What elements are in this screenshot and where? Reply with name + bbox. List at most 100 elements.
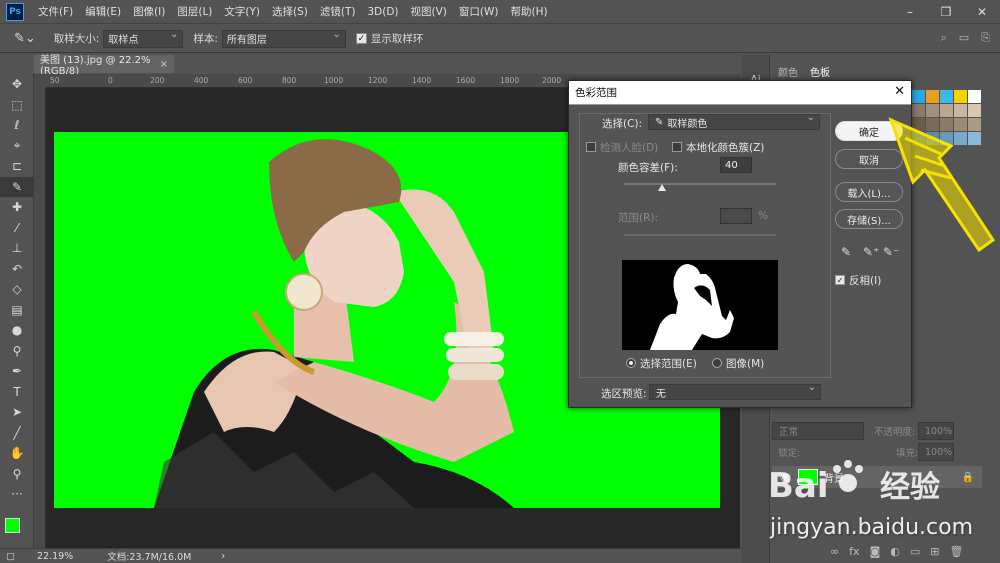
swatch[interactable] [954, 90, 967, 103]
menu-edit[interactable]: 编辑(E) [79, 4, 127, 19]
swatch[interactable] [940, 90, 953, 103]
eraser-tool-icon[interactable]: ◇ [0, 279, 34, 300]
search-icon[interactable]: ⌕ [941, 31, 947, 45]
menu-file[interactable]: 文件(F) [32, 4, 79, 19]
selection-preview-select[interactable]: 无 [649, 382, 821, 400]
close-icon[interactable]: ✕ [964, 0, 1000, 24]
ruler-corner [34, 74, 46, 88]
tab-swatches[interactable]: 色板 [804, 62, 836, 82]
range-slider-track[interactable] [624, 234, 776, 236]
menu-type[interactable]: 文字(Y) [218, 4, 266, 19]
vertical-ruler[interactable] [34, 88, 46, 548]
swatch[interactable] [912, 90, 925, 103]
opacity-field[interactable]: 100% [918, 422, 954, 440]
localized-clusters-label: 本地化颜色簇(Z) [686, 142, 765, 154]
baidu-watermark: Bai 经验 jingyan.baidu.com [740, 445, 1000, 555]
eyedropper-tool-icon[interactable]: ✎⌄ [14, 31, 36, 46]
workspace-icon[interactable]: ▭ [959, 31, 969, 45]
invert-label: 反相(I) [849, 275, 882, 287]
watermark-url: jingyan.baidu.com [770, 515, 974, 540]
invert-checkbox[interactable]: ✓ [835, 275, 845, 285]
eyedropper-plus-icon[interactable]: ✎⁺ [863, 245, 879, 259]
photoshop-logo: Ps [6, 2, 24, 21]
blur-tool-icon[interactable]: ● [0, 320, 34, 341]
select-dropdown[interactable]: ✎ 取样颜色 [648, 112, 820, 130]
ruler-tick: 200 [150, 76, 165, 85]
menu-layer[interactable]: 图层(L) [171, 4, 218, 19]
more-tools-icon[interactable]: ··· [0, 484, 34, 505]
options-right-icons: ⌕ ▭ ⎘ [941, 31, 990, 45]
hand-tool-icon[interactable]: ✋ [0, 443, 34, 464]
zoom-tool-icon[interactable]: ⚲ [0, 464, 34, 485]
image-radio-label: 图像(M) [726, 358, 765, 370]
dialog-main-group: 选择(C): ✎ 取样颜色 检测人脸(D) 本地化颜色簇(Z) 颜色容差(F):… [579, 112, 831, 378]
sample-select[interactable]: 所有图层 [221, 29, 346, 48]
selection-radio[interactable] [626, 358, 636, 368]
ruler-tick: 50 [50, 76, 60, 85]
options-bar: ✎⌄ 取样大小: 取样点 样本: 所有图层 ✓ 显示取样环 ⌕ ▭ ⎘ [0, 25, 1000, 53]
show-ring-checkbox[interactable]: ✓ [355, 33, 367, 44]
foreground-color-swatch[interactable] [5, 518, 20, 533]
menu-window[interactable]: 窗口(W) [453, 4, 505, 19]
fuzziness-field[interactable]: 40 [720, 157, 752, 173]
select-dropdown-value: 取样颜色 [667, 118, 708, 130]
menu-select[interactable]: 选择(S) [266, 4, 314, 19]
menu-filter[interactable]: 滤镜(T) [314, 4, 362, 19]
range-unit: % [758, 210, 768, 222]
healing-brush-icon[interactable]: ✚ [0, 197, 34, 218]
quick-select-tool-icon[interactable]: ⌖ [0, 136, 34, 157]
dialog-title: 色彩范围 [569, 81, 911, 105]
range-field[interactable] [720, 208, 752, 224]
eyedropper-icon[interactable]: ✎ [841, 245, 851, 259]
status-expand-icon[interactable]: › [221, 551, 225, 562]
screen-mode-icon[interactable]: ▢ [6, 551, 15, 562]
dialog-close-icon[interactable]: ✕ [894, 84, 905, 99]
color-panel-tabs: 颜色 色板 [772, 62, 836, 82]
sample-size-select[interactable]: 取样点 [103, 29, 184, 48]
document-tab[interactable]: 美图 (13).jpg @ 22.2%(RGB/8) × [34, 55, 174, 77]
mask-preview-image [650, 264, 734, 350]
gradient-tool-icon[interactable]: ▤ [0, 300, 34, 321]
ruler-tick: 800 [282, 76, 297, 85]
brush-tool-icon[interactable]: ⁄ [0, 218, 34, 239]
tab-color[interactable]: 颜色 [772, 62, 804, 82]
sample-size-label: 取样大小: [53, 33, 100, 45]
history-brush-icon[interactable]: ↶ [0, 259, 34, 280]
restore-icon[interactable]: ❐ [928, 0, 964, 24]
move-tool-icon[interactable]: ✥ [0, 74, 34, 95]
detect-faces-checkbox[interactable] [586, 142, 596, 152]
pen-tool-icon[interactable]: ✒ [0, 361, 34, 382]
ruler-tick: 0 [108, 76, 113, 85]
share-icon[interactable]: ⎘ [981, 31, 990, 45]
swatch[interactable] [926, 90, 939, 103]
crop-tool-icon[interactable]: ⊏ [0, 156, 34, 177]
eyedropper-icon[interactable]: ✎ [0, 176, 34, 197]
menu-view[interactable]: 视图(V) [405, 4, 453, 19]
fuzziness-slider-track[interactable] [624, 183, 776, 185]
fuzziness-label: 颜色容差(F): [618, 162, 678, 174]
sample-label: 样本: [193, 33, 218, 45]
menu-3d[interactable]: 3D(D) [361, 6, 404, 18]
clone-stamp-icon[interactable]: ⊥ [0, 238, 34, 259]
ruler-tick: 400 [194, 76, 209, 85]
lasso-tool-icon[interactable]: ℓ [0, 115, 34, 136]
menu-help[interactable]: 帮助(H) [505, 4, 554, 19]
swatch[interactable] [968, 90, 981, 103]
path-select-icon[interactable]: ➤ [0, 402, 34, 423]
close-document-icon[interactable]: × [160, 59, 168, 70]
line-tool-icon[interactable]: ╱ [0, 423, 34, 444]
minimize-icon[interactable]: – [892, 0, 928, 24]
fuzziness-slider-thumb[interactable] [658, 184, 666, 191]
image-radio[interactable] [712, 358, 722, 368]
localized-clusters-checkbox[interactable] [672, 142, 682, 152]
ruler-tick: 1200 [368, 76, 388, 85]
color-range-dialog: 色彩范围 ✕ 选择(C): ✎ 取样颜色 检测人脸(D) 本地化颜色簇(Z) 颜… [568, 80, 912, 408]
blend-mode-select[interactable]: 正常 [772, 422, 864, 440]
type-tool-icon[interactable]: T [0, 382, 34, 403]
menu-image[interactable]: 图像(I) [127, 4, 171, 19]
marquee-tool-icon[interactable]: ⬚ [0, 95, 34, 116]
dodge-tool-icon[interactable]: ⚲ [0, 341, 34, 362]
photoshop-window: Ps 文件(F) 编辑(E) 图像(I) 图层(L) 文字(Y) 选择(S) 滤… [0, 0, 1000, 563]
ruler-tick: 600 [238, 76, 253, 85]
zoom-level[interactable]: 22.19% [37, 551, 73, 562]
